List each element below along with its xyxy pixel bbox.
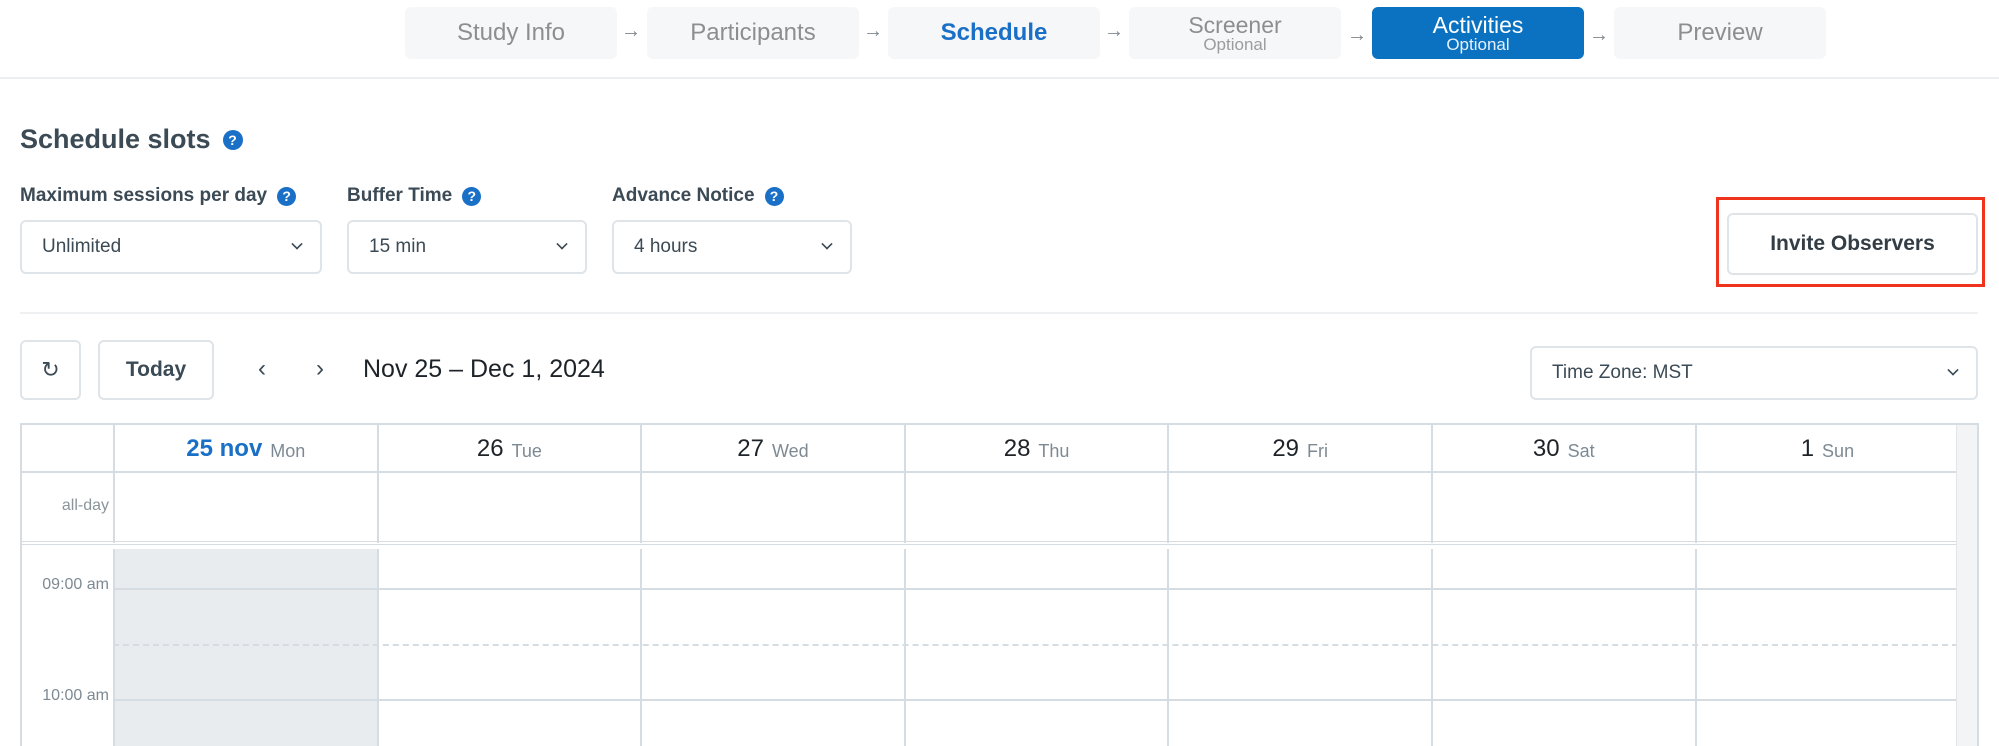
step-label: Schedule <box>940 19 1048 46</box>
step-optional-label: Optional <box>1203 35 1267 54</box>
week-calendar: 25 nov Mon 26 Tue 27 Wed 28 Thu 29 Fri 30 Sat 1 Sun a… <box>20 423 1979 746</box>
select-value: 15 min <box>369 236 427 257</box>
step-study-info[interactable]: Study Info <box>405 7 617 59</box>
chevron-down-icon <box>556 238 568 250</box>
date-range-title: Nov 25 – Dec 1, 2024 <box>363 355 605 383</box>
allday-label: all-day <box>61 497 109 514</box>
step-participants[interactable]: Participants <box>647 7 859 59</box>
help-icon[interactable]: ? <box>222 129 243 150</box>
select-value: 4 hours <box>634 236 698 257</box>
help-icon[interactable]: ? <box>462 186 482 206</box>
day-column-sat[interactable] <box>1431 549 1695 746</box>
day-number: 25 nov <box>186 435 263 462</box>
advance-notice-label-text: Advance Notice <box>612 185 755 206</box>
refresh-icon: ↻ <box>41 357 60 382</box>
select-value: Time Zone: MST <box>1552 362 1693 383</box>
hour-line <box>113 699 1958 701</box>
step-label: Preview <box>1677 19 1763 46</box>
day-header-fri: 29 Fri <box>1167 425 1431 473</box>
step-activities[interactable]: Activities Optional <box>1372 7 1584 59</box>
day-number: 26 <box>476 435 504 462</box>
allday-cell[interactable] <box>1431 473 1695 543</box>
chevron-down-icon <box>291 238 303 250</box>
time-label: 10:00 am <box>42 687 109 704</box>
schedule-slots-title: Schedule slots <box>20 124 211 154</box>
hour-line <box>113 588 1958 590</box>
half-hour-line <box>113 644 1958 646</box>
max-sessions-select[interactable]: Unlimited <box>20 220 322 274</box>
allday-cell[interactable] <box>640 473 904 543</box>
day-column-thu[interactable] <box>903 549 1168 746</box>
day-name: Mon <box>270 440 306 461</box>
step-label: Activities <box>1432 12 1524 38</box>
day-column-fri[interactable] <box>1167 549 1431 746</box>
allday-cell[interactable] <box>113 473 377 543</box>
day-name: Sat <box>1567 440 1595 461</box>
select-value: Unlimited <box>42 236 122 257</box>
day-number: 29 <box>1272 435 1300 462</box>
day-number: 1 <box>1800 435 1815 462</box>
advance-notice-select[interactable]: 4 hours <box>612 220 852 274</box>
day-name: Fri <box>1307 440 1329 461</box>
timezone-select[interactable]: Time Zone: MST <box>1530 346 1978 400</box>
max-sessions-label: Maximum sessions per day ? <box>20 185 297 207</box>
section-title: Schedule slots ? <box>20 124 243 155</box>
step-optional-label: Optional <box>1446 35 1510 54</box>
day-header-tue: 26 Tue <box>376 425 641 473</box>
time-label: 09:00 am <box>42 576 109 593</box>
day-header-sat: 30 Sat <box>1431 425 1695 473</box>
step-label: Study Info <box>456 19 566 46</box>
buffer-time-label: Buffer Time ? <box>347 185 482 207</box>
refresh-button[interactable]: ↻ <box>20 340 81 400</box>
day-column-tue[interactable] <box>376 549 641 746</box>
allday-row: all-day <box>22 473 1958 545</box>
day-column-wed[interactable] <box>640 549 904 746</box>
calendar-body: 09:00 am 10:00 am <box>22 549 1958 746</box>
chevron-right-icon[interactable]: › <box>308 355 332 383</box>
step-label: Screener <box>1188 12 1282 38</box>
max-sessions-label-text: Maximum sessions per day <box>20 185 268 206</box>
help-icon[interactable]: ? <box>277 186 297 206</box>
day-name: Wed <box>771 440 809 461</box>
arrow-right-icon: → <box>621 20 641 42</box>
step-label: Participants <box>690 19 816 46</box>
day-header-mon: 25 nov Mon <box>113 425 377 473</box>
day-number: 30 <box>1532 435 1560 462</box>
day-header-sun: 1 Sun <box>1694 425 1959 473</box>
step-preview[interactable]: Preview <box>1614 7 1826 59</box>
calendar-scrollbar[interactable] <box>1956 425 1977 746</box>
day-number: 28 <box>1003 435 1031 462</box>
advance-notice-label: Advance Notice ? <box>612 185 784 207</box>
day-header-wed: 27 Wed <box>640 425 904 473</box>
invite-observers-button[interactable]: Invite Observers <box>1727 213 1978 275</box>
day-column-mon[interactable] <box>113 549 377 746</box>
day-number: 27 <box>737 435 764 462</box>
allday-cell[interactable] <box>903 473 1168 543</box>
allday-cell[interactable] <box>376 473 641 543</box>
chevron-down-icon <box>821 238 833 250</box>
today-button[interactable]: Today <box>98 340 214 400</box>
day-name: Sun <box>1822 440 1855 461</box>
allday-cell[interactable] <box>1694 473 1959 543</box>
help-icon[interactable]: ? <box>764 186 784 206</box>
calendar-header: 25 nov Mon 26 Tue 27 Wed 28 Thu 29 Fri 30 Sat 1 Sun <box>22 425 1958 473</box>
arrow-right-icon: → <box>863 20 883 42</box>
buffer-time-label-text: Buffer Time <box>347 185 453 206</box>
step-screener[interactable]: Screener Optional <box>1129 7 1341 59</box>
divider <box>20 312 1978 314</box>
day-header-thu: 28 Thu <box>903 425 1168 473</box>
arrow-right-icon: → <box>1589 24 1609 46</box>
day-name: Tue <box>511 440 542 461</box>
day-column-sun[interactable] <box>1694 549 1959 746</box>
buffer-time-select[interactable]: 15 min <box>347 220 587 274</box>
chevron-down-icon <box>1947 364 1959 376</box>
step-schedule[interactable]: Schedule <box>888 7 1100 59</box>
day-name: Thu <box>1038 440 1070 461</box>
study-stepper: Study Info → Participants → Schedule → S… <box>0 0 1999 79</box>
chevron-left-icon[interactable]: ‹ <box>250 355 274 383</box>
arrow-right-icon: → <box>1347 24 1367 46</box>
allday-cell[interactable] <box>1167 473 1431 543</box>
arrow-right-icon: → <box>1104 20 1124 42</box>
